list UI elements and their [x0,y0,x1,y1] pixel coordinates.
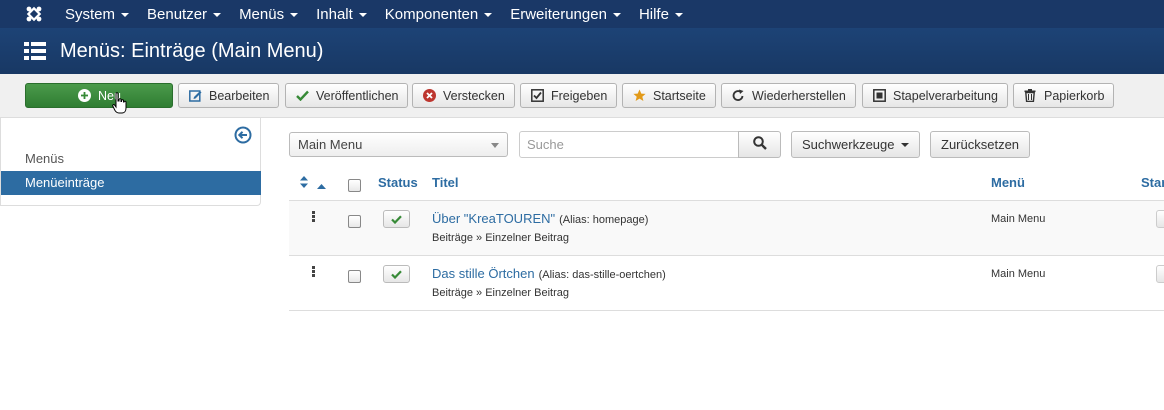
nav-menu-components[interactable]: Komponenten [384,0,493,28]
batch-button-label: Stapelverarbeitung [893,88,998,103]
nav-menu-label: Komponenten [384,5,479,23]
edit-button-label: Bearbeiten [209,88,270,103]
times-circle-icon [422,89,436,103]
reset-label: Zurücksetzen [941,137,1020,152]
rebuild-button-label: Wiederherstellen [752,88,846,103]
item-title-link[interactable]: Das stille Örtchen [432,266,535,281]
caret-down-icon [674,13,683,17]
square-icon [872,89,886,103]
nav-menu-content[interactable]: Inhalt [316,0,367,28]
nav-menu-label: Benutzer [147,5,208,23]
publish-button-label: Veröffentlichen [316,88,399,103]
search-button[interactable] [738,131,781,158]
nav-menu-label: System [65,5,116,23]
checkin-button[interactable]: Freigeben [520,83,618,108]
checkbox-icon [530,89,544,103]
item-alias: (Alias: das-stille-oertchen) [538,269,666,281]
drag-handle-icon[interactable] [312,211,316,223]
table-row: Das stille Örtchen (Alias: das-stille-oer… [289,256,1164,311]
home-toggle-button[interactable] [1156,210,1164,228]
caret-down-icon [121,13,130,17]
checkin-button-label: Freigeben [551,88,608,103]
page-title: Menüs: Einträge (Main Menu) [60,39,324,62]
caret-down-icon [900,142,909,147]
plus-circle-icon [77,89,91,103]
nav-menu-help[interactable]: Hilfe [639,0,683,28]
column-header-menu[interactable]: Menü [991,175,1025,190]
search-input[interactable] [519,131,739,158]
unpublish-button[interactable]: Verstecken [412,83,515,108]
hand-cursor-icon [112,92,128,116]
item-type: Beiträge » Einzelner Beitrag [432,287,569,299]
edit-icon [188,89,202,103]
caret-down-icon [290,13,299,17]
publish-button[interactable]: Veröffentlichen [285,83,409,108]
select-all-checkbox[interactable] [348,179,361,192]
sidebar-item-menu-items[interactable]: Menüeinträge [1,171,261,195]
list-icon [24,41,46,61]
menu-select-value: Main Menu [298,137,363,152]
nav-menu-label: Hilfe [638,5,669,23]
arrow-circle-left-icon[interactable] [234,126,252,144]
new-button[interactable]: Neu [25,83,173,108]
home-button[interactable]: Startseite [622,83,716,108]
table-row: Über "KreaTOUREN" (Alias: homepage) Beitr… [289,201,1164,256]
rebuild-button[interactable]: Wiederherstellen [721,83,856,108]
edit-button[interactable]: Bearbeiten [178,83,280,108]
nav-menu-label: Erweiterungen [510,5,607,23]
trash-button-label: Papierkorb [1044,88,1105,103]
unpublish-button-label: Verstecken [443,88,505,103]
nav-menu-users[interactable]: Benutzer [147,0,222,28]
sidebar: Menüs Menüeinträge [0,118,261,206]
sort-asc-icon[interactable] [317,178,326,193]
home-button-label: Startseite [653,88,706,103]
nav-menu-label: Inhalt [316,5,353,23]
search-icon [752,136,767,153]
row-checkbox[interactable] [348,270,361,283]
page-header: Menüs: Einträge (Main Menu) [0,28,1164,74]
caret-down-icon [612,13,621,17]
item-menu: Main Menu [991,268,1046,280]
drag-handle-icon[interactable] [312,266,316,278]
trash-button[interactable]: Papierkorb [1013,83,1115,108]
caret-down-icon [213,13,222,17]
nav-menu-system[interactable]: System [65,0,130,28]
row-title: Das stille Örtchen (Alias: das-stille-oer… [432,266,666,281]
column-header-title[interactable]: Titel [432,175,459,190]
row-checkbox[interactable] [348,215,361,228]
star-icon [632,89,646,103]
item-type: Beiträge » Einzelner Beitrag [432,232,569,244]
home-toggle-button[interactable] [1156,265,1164,283]
check-icon [295,89,309,103]
trash-icon [1023,89,1037,103]
item-title-link[interactable]: Über "KreaTOUREN" [432,211,555,226]
status-published-button[interactable] [383,210,410,228]
nav-menu-extensions[interactable]: Erweiterungen [510,0,621,28]
top-navigation: System Benutzer Menüs Inhalt Komponenten… [0,0,1164,28]
status-published-button[interactable] [383,265,410,283]
caret-down-icon [484,13,493,17]
item-alias: (Alias: homepage) [559,214,649,226]
row-title: Über "KreaTOUREN" (Alias: homepage) [432,211,648,226]
check-icon [391,267,402,282]
caret-down-icon [358,13,367,17]
column-header-home[interactable]: Star [1141,175,1164,190]
batch-button[interactable]: Stapelverarbeitung [862,83,1008,108]
search-tools-button[interactable]: Suchwerkzeuge [791,131,920,158]
search-tools-label: Suchwerkzeuge [802,137,895,152]
reset-button[interactable]: Zurücksetzen [930,131,1031,158]
nav-menu-menus[interactable]: Menüs [239,0,299,28]
dropdown-arrow-icon [491,143,499,148]
joomla-logo-icon[interactable] [20,0,48,28]
table-header: Status Titel Menü Star [289,166,1164,201]
sort-ordering-icon[interactable] [300,176,308,191]
nav-menu-label: Menüs [239,5,285,23]
refresh-icon [731,89,745,103]
toolbar: Neu Bearbeiten Veröffentlichen Verstecke… [0,74,1164,118]
check-icon [391,212,402,227]
menu-select[interactable]: Main Menu [289,132,508,157]
sidebar-item-menus[interactable]: Menüs [1,147,261,171]
item-menu: Main Menu [991,213,1046,225]
column-header-status[interactable]: Status [378,175,418,190]
